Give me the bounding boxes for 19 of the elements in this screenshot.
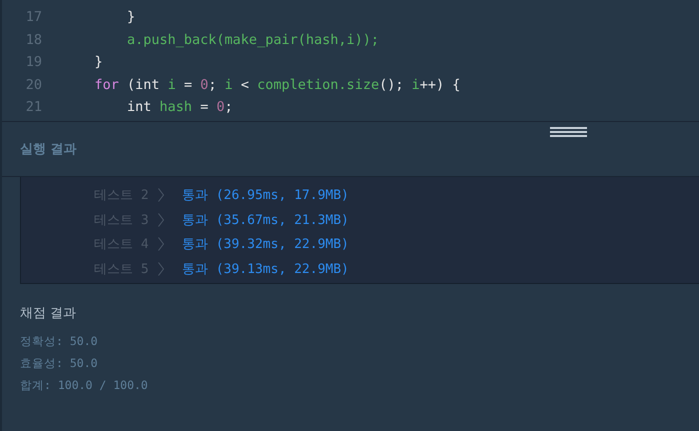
chevron-icon	[158, 188, 164, 202]
chevron-icon	[158, 237, 164, 252]
grading-title: 채점 결과	[20, 305, 78, 322]
code-line: }	[126, 9, 136, 26]
test-result: 통과 (39.13ms, 22.9MB)	[182, 260, 349, 278]
score-line: 효율성: 50.0	[20, 355, 99, 372]
score-line: 정확성: 50.0	[20, 333, 99, 350]
chevron-icon	[158, 212, 164, 227]
resize-handle-icon[interactable]	[550, 127, 587, 137]
test-result: 통과 (39.32ms, 22.9MB)	[182, 236, 349, 254]
code-line: int hash = 0;	[126, 99, 233, 116]
chevron-icon	[158, 262, 164, 276]
test-result: 통과 (26.95ms, 17.9MB)	[182, 187, 349, 204]
score-line: 합계: 100.0 / 100.0	[20, 377, 149, 394]
code-line: for (int i = 0; i < completion.size(); i++) {	[94, 76, 460, 93]
section-title: 실행 결과	[20, 141, 77, 158]
code-line: }	[94, 54, 103, 70]
test-result: 통과 (35.67ms, 21.3MB)	[182, 212, 349, 229]
code-line: a.push_back(make_pair(hash,i));	[126, 32, 379, 48]
